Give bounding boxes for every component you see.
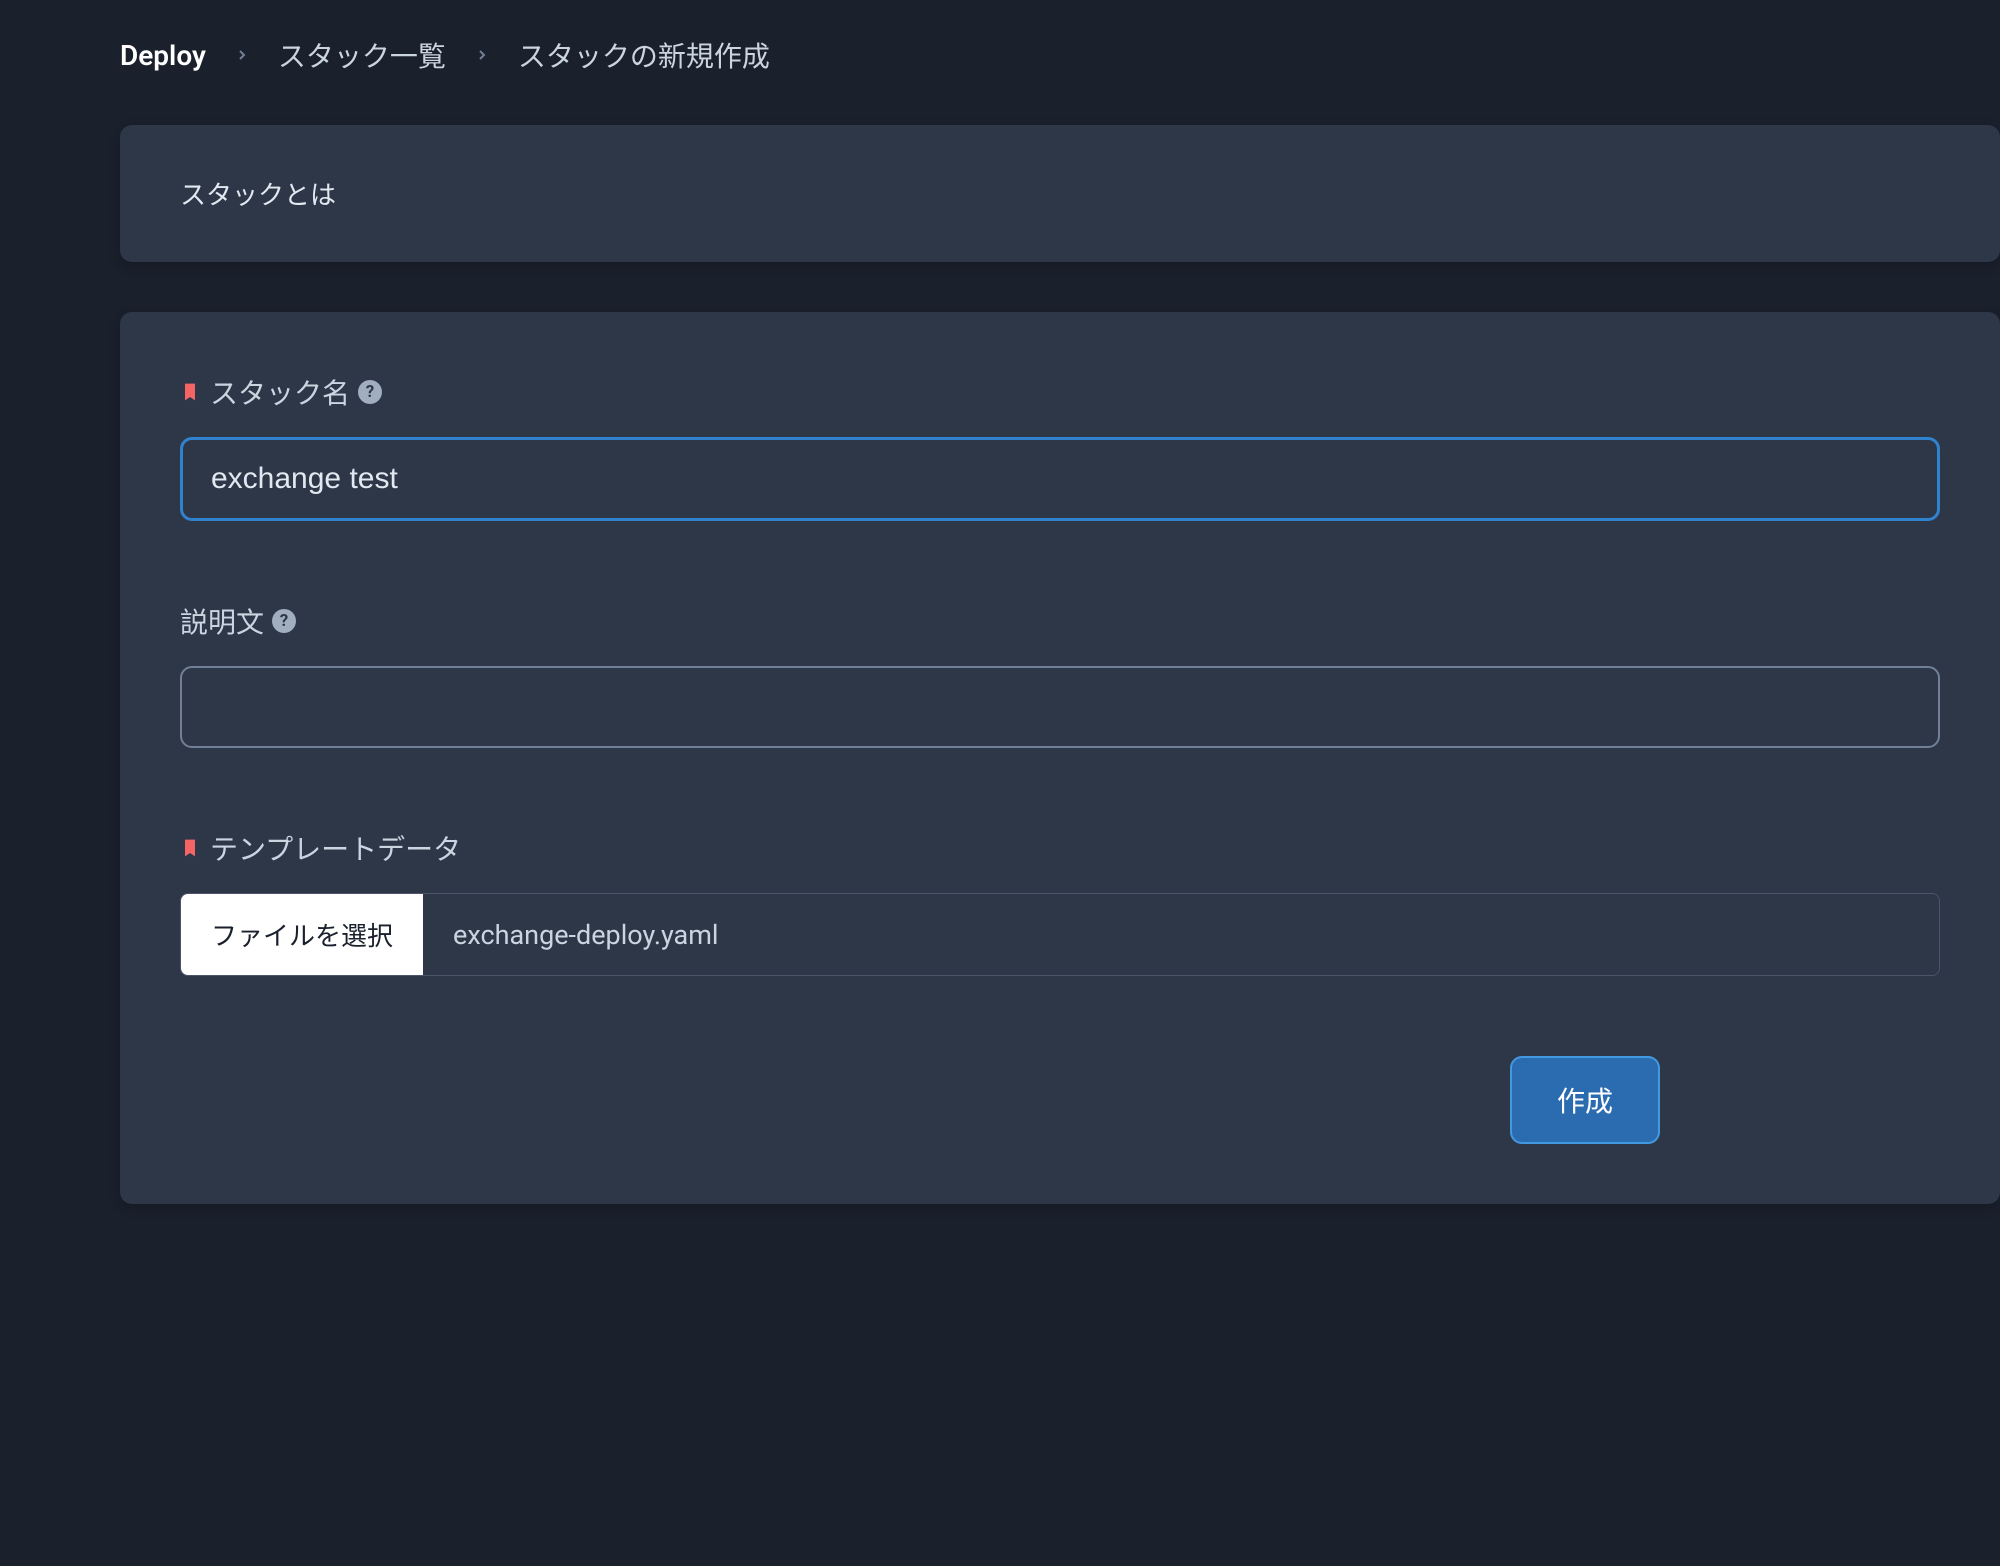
breadcrumb-current: スタックの新規作成	[518, 35, 770, 75]
help-icon[interactable]: ?	[358, 380, 382, 404]
form-card: スタック名 ? 説明文 ? テンプレートデータ	[120, 312, 2000, 1204]
stack-name-label-text: スタック名	[210, 372, 350, 412]
stack-name-group: スタック名 ?	[180, 372, 1940, 521]
bookmark-icon	[180, 379, 200, 405]
help-icon[interactable]: ?	[272, 609, 296, 633]
file-input-group: ファイルを選択 exchange-deploy.yaml	[180, 893, 1940, 976]
template-data-group: テンプレートデータ ファイルを選択 exchange-deploy.yaml	[180, 828, 1940, 976]
description-label-text: 説明文	[180, 601, 264, 641]
chevron-right-icon	[234, 47, 250, 63]
bookmark-icon	[180, 835, 200, 861]
file-select-button[interactable]: ファイルを選択	[181, 894, 423, 975]
stack-name-label: スタック名 ?	[180, 372, 1940, 412]
breadcrumb-root[interactable]: Deploy	[120, 39, 206, 72]
button-row: 作成	[180, 1056, 1940, 1144]
description-input[interactable]	[180, 666, 1940, 748]
info-card-title: スタックとは	[180, 175, 1940, 212]
breadcrumb-level1[interactable]: スタック一覧	[278, 35, 446, 75]
template-data-label-text: テンプレートデータ	[210, 828, 461, 868]
breadcrumb: Deploy スタック一覧 スタックの新規作成	[120, 35, 2000, 75]
stack-name-input[interactable]	[180, 437, 1940, 521]
chevron-right-icon	[474, 47, 490, 63]
description-label: 説明文 ?	[180, 601, 1940, 641]
create-button[interactable]: 作成	[1510, 1056, 1660, 1144]
description-group: 説明文 ?	[180, 601, 1940, 748]
info-card: スタックとは	[120, 125, 2000, 262]
template-data-label: テンプレートデータ	[180, 828, 1940, 868]
file-name-display: exchange-deploy.yaml	[423, 894, 1939, 975]
